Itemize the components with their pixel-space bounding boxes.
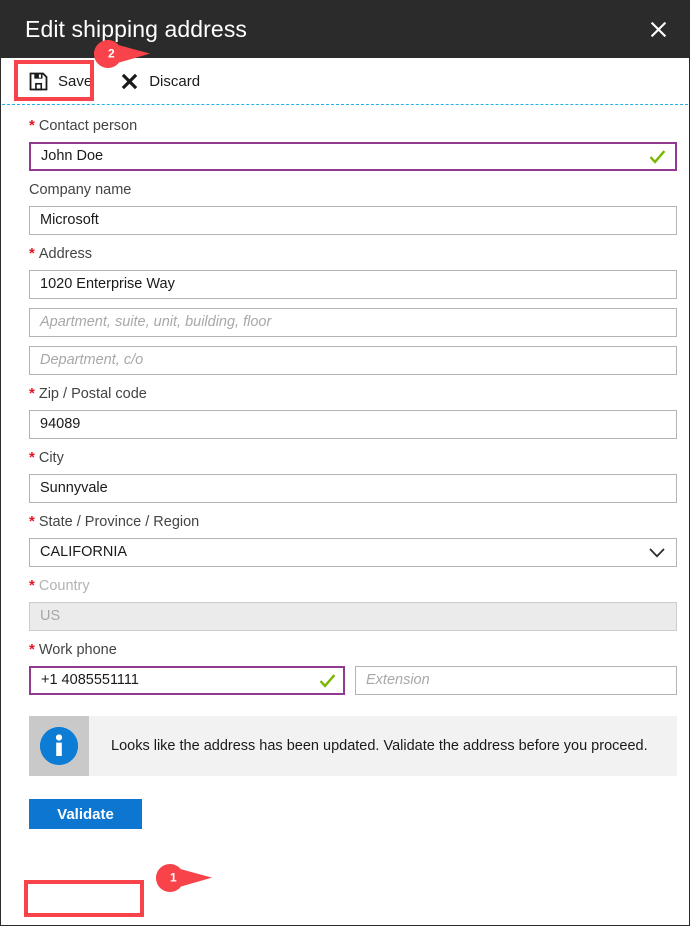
address-line2-input-wrap: Apartment, suite, unit, building, floor [29, 308, 677, 337]
work-phone-input[interactable]: +1 4085551111 [29, 666, 345, 695]
city-input[interactable]: Sunnyvale [29, 474, 677, 503]
close-icon[interactable] [641, 13, 675, 47]
state-select[interactable]: CALIFORNIA [29, 538, 677, 567]
company-name-label: Company name [29, 182, 132, 198]
valid-check-icon [319, 673, 336, 688]
save-button[interactable]: Save [27, 64, 92, 98]
field-company-name: Company name Microsoft [29, 180, 677, 235]
zip-input-wrap: 94089 [29, 410, 677, 439]
info-icon [40, 727, 78, 765]
field-address-line2: Apartment, suite, unit, building, floor [29, 308, 677, 337]
contact-person-label: * Contact person [29, 117, 138, 134]
save-button-label: Save [58, 72, 93, 90]
field-contact-person: * Contact person John Doe [29, 116, 677, 171]
address-line3-input[interactable]: Department, c/o [29, 346, 677, 375]
required-asterisk: * [29, 513, 35, 530]
work-phone-label: * Work phone [29, 641, 117, 658]
city-label: * City [29, 449, 64, 466]
address-input[interactable]: 1020 Enterprise Way [29, 270, 677, 299]
zip-input[interactable]: 94089 [29, 410, 677, 439]
state-label: * State / Province / Region [29, 513, 200, 530]
state-select-wrap: CALIFORNIA [29, 538, 677, 567]
required-asterisk: * [29, 577, 35, 594]
address-line2-input[interactable]: Apartment, suite, unit, building, floor [29, 308, 677, 337]
info-icon-container [29, 716, 89, 776]
field-address: * Address 1020 Enterprise Way [29, 244, 677, 299]
discard-x-icon [118, 70, 140, 92]
annotation-pin-1-number: 1 [170, 870, 177, 885]
edit-shipping-address-dialog: Edit shipping address Save Discard * Con… [0, 0, 690, 926]
save-floppy-icon [27, 70, 49, 92]
country-input-wrap: US [29, 602, 677, 631]
extension-input-wrap: Extension [355, 666, 677, 695]
page-title: Edit shipping address [25, 16, 248, 42]
title-bar: Edit shipping address [1, 1, 689, 58]
field-zip-postal-code: * Zip / Postal code 94089 [29, 384, 677, 439]
contact-person-input[interactable]: John Doe [29, 142, 677, 171]
validate-row: Validate [29, 799, 689, 829]
validate-button[interactable]: Validate [29, 799, 142, 829]
company-name-input[interactable]: Microsoft [29, 206, 677, 235]
address-form: * Contact person John Doe Company name Mi… [1, 104, 689, 695]
required-asterisk: * [29, 385, 35, 402]
field-address-line3: Department, c/o [29, 346, 677, 375]
required-asterisk: * [29, 449, 35, 466]
address-input-wrap: 1020 Enterprise Way [29, 270, 677, 299]
zip-label: * Zip / Postal code [29, 385, 147, 402]
section-divider [2, 104, 688, 105]
annotation-pin-1: 1 [156, 864, 213, 892]
address-line3-input-wrap: Department, c/o [29, 346, 677, 375]
country-label: * Country [29, 577, 90, 594]
work-phone-row: +1 4085551111 Extension [29, 666, 677, 695]
discard-button[interactable]: Discard [118, 64, 200, 98]
info-banner: Looks like the address has been updated.… [29, 716, 677, 776]
required-asterisk: * [29, 641, 35, 658]
field-work-phone: * Work phone +1 4085551111 Extension [29, 640, 677, 695]
contact-person-input-wrap: John Doe [29, 142, 677, 171]
info-banner-message: Looks like the address has been updated.… [111, 738, 648, 754]
field-state-province-region: * State / Province / Region CALIFORNIA [29, 512, 677, 567]
discard-button-label: Discard [149, 72, 201, 90]
company-name-input-wrap: Microsoft [29, 206, 677, 235]
required-asterisk: * [29, 117, 35, 134]
command-bar: Save Discard [1, 58, 689, 104]
work-phone-input-wrap: +1 4085551111 [29, 666, 345, 695]
annotation-highlight-validate [24, 880, 144, 917]
valid-check-icon [649, 149, 666, 164]
chevron-down-icon[interactable] [649, 547, 665, 558]
country-input: US [29, 602, 677, 631]
field-country: * Country US [29, 576, 677, 631]
city-input-wrap: Sunnyvale [29, 474, 677, 503]
required-asterisk: * [29, 245, 35, 262]
field-city: * City Sunnyvale [29, 448, 677, 503]
extension-input[interactable]: Extension [355, 666, 677, 695]
address-label: * Address [29, 245, 93, 262]
